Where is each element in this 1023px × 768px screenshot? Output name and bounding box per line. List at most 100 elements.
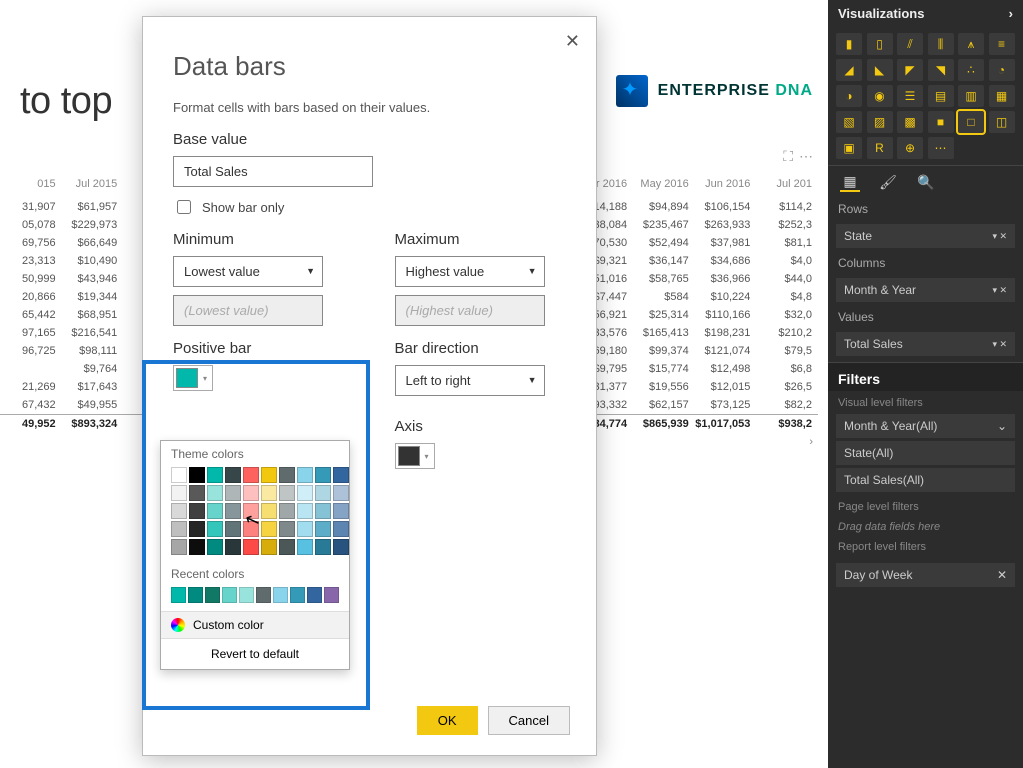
recent-color-swatch[interactable] (222, 587, 237, 603)
color-swatch[interactable] (207, 467, 223, 483)
focus-mode-icon[interactable]: ⛶ (783, 148, 793, 165)
cancel-button[interactable]: Cancel (488, 706, 570, 735)
color-swatch[interactable] (279, 467, 295, 483)
color-swatch[interactable] (171, 503, 187, 519)
recent-color-swatch[interactable] (324, 587, 339, 603)
recent-color-swatch[interactable] (188, 587, 203, 603)
revert-to-default-button[interactable]: Revert to default (161, 638, 349, 669)
viz-type-icon[interactable]: ≡ (989, 33, 1015, 55)
recent-color-swatch[interactable] (256, 587, 271, 603)
viz-type-icon[interactable]: ▨ (867, 111, 893, 133)
viz-type-icon[interactable]: ◤ (897, 59, 923, 81)
color-swatch[interactable] (243, 467, 259, 483)
color-swatch[interactable] (225, 539, 241, 555)
color-swatch[interactable] (315, 539, 331, 555)
color-swatch[interactable] (261, 503, 277, 519)
color-swatch[interactable] (261, 467, 277, 483)
color-swatch[interactable] (225, 485, 241, 501)
color-swatch[interactable] (315, 485, 331, 501)
remove-icon[interactable]: ✕ (997, 568, 1007, 582)
viz-type-icon[interactable]: ▧ (836, 111, 862, 133)
color-swatch[interactable] (189, 485, 205, 501)
color-swatch[interactable] (333, 467, 349, 483)
viz-type-icon[interactable]: ◫ (989, 111, 1015, 133)
color-swatch[interactable] (297, 467, 313, 483)
recent-color-swatch[interactable] (307, 587, 322, 603)
viz-type-icon[interactable]: ☰ (897, 85, 923, 107)
format-tab-icon[interactable]: 🖌 (878, 172, 898, 192)
recent-color-swatch[interactable] (273, 587, 288, 603)
color-swatch[interactable] (207, 539, 223, 555)
show-bar-only-input[interactable] (177, 200, 191, 214)
base-value-field[interactable]: Total Sales (173, 156, 373, 187)
viz-type-icon[interactable]: ▣ (836, 137, 862, 159)
color-swatch[interactable] (207, 485, 223, 501)
expand-icon[interactable]: ⌄ (997, 419, 1007, 433)
columns-well[interactable]: Month & Year▾ ✕ (836, 278, 1015, 302)
axis-color-button[interactable]: ▾ (395, 443, 435, 469)
custom-color-button[interactable]: Custom color (161, 611, 349, 638)
viz-type-icon[interactable]: ▯ (867, 33, 893, 55)
color-swatch[interactable] (207, 503, 223, 519)
color-swatch[interactable] (333, 521, 349, 537)
color-swatch[interactable] (315, 503, 331, 519)
color-swatch[interactable] (261, 539, 277, 555)
recent-color-swatch[interactable] (239, 587, 254, 603)
color-swatch[interactable] (171, 485, 187, 501)
viz-type-icon[interactable]: ⩚ (958, 33, 984, 55)
color-swatch[interactable] (279, 539, 295, 555)
color-swatch[interactable] (225, 521, 241, 537)
scroll-right-icon[interactable]: › (809, 436, 813, 448)
minimum-select[interactable]: Lowest value (173, 256, 323, 287)
viz-type-icon[interactable]: ▮ (836, 33, 862, 55)
positive-bar-color-button[interactable]: ▾ (173, 365, 213, 391)
color-swatch[interactable] (315, 521, 331, 537)
color-swatch[interactable] (261, 521, 277, 537)
color-swatch[interactable] (189, 467, 205, 483)
rows-well[interactable]: State▾ ✕ (836, 224, 1015, 248)
color-swatch[interactable] (189, 521, 205, 537)
color-swatch[interactable] (243, 485, 259, 501)
viz-type-icon[interactable]: ◥ (928, 59, 954, 81)
viz-type-icon[interactable]: □ (958, 111, 984, 133)
viz-type-icon[interactable]: ◑ (836, 85, 862, 107)
color-swatch[interactable] (279, 521, 295, 537)
viz-type-icon[interactable]: ∴ (958, 59, 984, 81)
values-well[interactable]: Total Sales▾ ✕ (836, 332, 1015, 356)
color-swatch[interactable] (315, 467, 331, 483)
recent-color-swatch[interactable] (205, 587, 220, 603)
color-swatch[interactable] (171, 521, 187, 537)
maximum-select[interactable]: Highest value (395, 256, 545, 287)
viz-type-icon[interactable]: ⋯ (928, 137, 954, 159)
viz-type-icon[interactable]: R (867, 137, 893, 159)
collapse-icon[interactable]: › (1009, 6, 1013, 21)
color-swatch[interactable] (297, 521, 313, 537)
recent-color-swatch[interactable] (290, 587, 305, 603)
more-options-icon[interactable]: ⋯ (799, 148, 813, 165)
color-swatch[interactable] (279, 485, 295, 501)
color-swatch[interactable] (279, 503, 295, 519)
color-swatch[interactable] (261, 485, 277, 501)
filter-day-of-week[interactable]: Day of Week✕ (836, 563, 1015, 587)
viz-type-icon[interactable]: ◢ (836, 59, 862, 81)
viz-type-icon[interactable]: ⫽ (897, 33, 923, 55)
viz-type-icon[interactable]: ▥ (958, 85, 984, 107)
viz-type-icon[interactable]: ▦ (989, 85, 1015, 107)
fields-tab-icon[interactable]: ▦ (840, 172, 860, 192)
viz-type-icon[interactable]: ⊕ (897, 137, 923, 159)
color-swatch[interactable] (333, 539, 349, 555)
close-icon[interactable]: ✕ (565, 31, 580, 52)
recent-color-swatch[interactable] (171, 587, 186, 603)
color-swatch[interactable] (225, 467, 241, 483)
color-swatch[interactable] (333, 503, 349, 519)
color-swatch[interactable] (189, 539, 205, 555)
viz-type-icon[interactable]: ■ (928, 111, 954, 133)
viz-type-icon[interactable]: ◔ (989, 59, 1015, 81)
color-swatch[interactable] (297, 503, 313, 519)
color-swatch[interactable] (171, 467, 187, 483)
viz-type-icon[interactable]: ▩ (897, 111, 923, 133)
viz-type-icon[interactable]: ▤ (928, 85, 954, 107)
color-swatch[interactable] (297, 539, 313, 555)
ok-button[interactable]: OK (417, 706, 478, 735)
color-swatch[interactable] (189, 503, 205, 519)
